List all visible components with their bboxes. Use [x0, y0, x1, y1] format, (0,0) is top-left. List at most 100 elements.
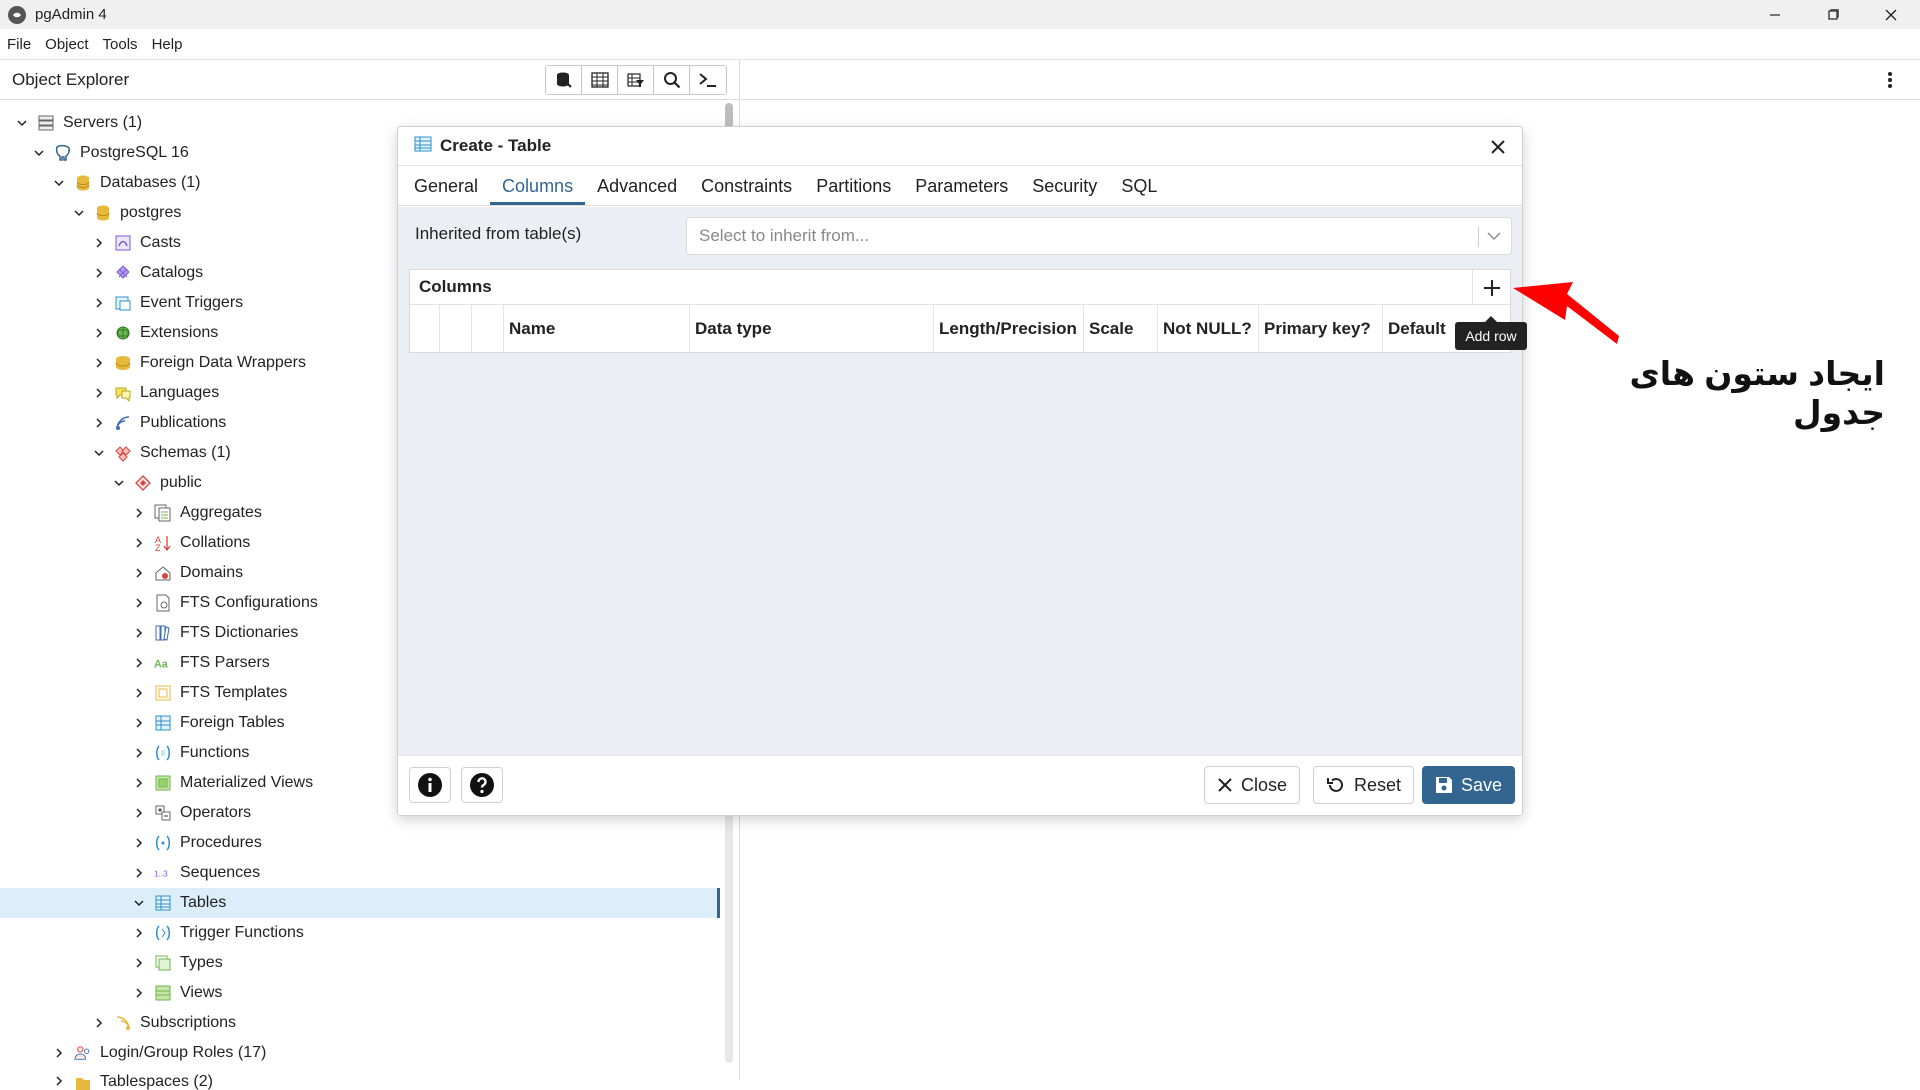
chevron-right-icon[interactable] [92, 356, 106, 370]
menu-file[interactable]: File [7, 36, 31, 53]
chevron-down-icon[interactable] [72, 206, 86, 220]
chevron-right-icon[interactable] [92, 236, 106, 250]
tab-parameters[interactable]: Parameters [903, 176, 1020, 205]
chevron-right-icon[interactable] [132, 926, 146, 940]
more-options-icon[interactable] [1880, 70, 1900, 90]
chevron-right-icon[interactable] [92, 416, 106, 430]
chevron-right-icon[interactable] [132, 776, 146, 790]
grid-header-data-type[interactable]: Data type [690, 305, 934, 352]
chevron-right-icon[interactable] [132, 956, 146, 970]
chevron-down-icon[interactable] [92, 446, 106, 460]
chevron-down-icon[interactable] [32, 146, 46, 160]
database-icon [94, 204, 112, 222]
chevron-right-icon[interactable] [92, 1016, 106, 1030]
menu-object[interactable]: Object [45, 36, 88, 53]
tree-item-views[interactable]: Views [0, 978, 720, 1008]
chevron-right-icon[interactable] [132, 836, 146, 850]
chevron-right-icon[interactable] [92, 326, 106, 340]
tree-item-trigger-functions[interactable]: Trigger Functions [0, 918, 720, 948]
languages-icon [114, 384, 132, 402]
annotation-text: ایجاد ستون های جدول [1629, 355, 1885, 431]
table-view-icon[interactable] [582, 66, 618, 94]
tree-item-tablespaces[interactable]: Tablespaces (2) [0, 1068, 720, 1090]
chevron-down-icon[interactable] [1485, 227, 1503, 245]
tab-sql[interactable]: SQL [1109, 176, 1169, 205]
chevron-right-icon[interactable] [132, 866, 146, 880]
chevron-down-icon[interactable] [112, 476, 126, 490]
tree-item-login-roles[interactable]: Login/Group Roles (17) [0, 1038, 720, 1068]
chevron-right-icon[interactable] [132, 566, 146, 580]
grid-header-scale[interactable]: Scale [1084, 305, 1158, 352]
tree-item-label: Aggregates [180, 504, 262, 521]
search-icon[interactable] [654, 66, 690, 94]
chevron-down-icon[interactable] [15, 116, 29, 130]
chevron-right-icon[interactable] [92, 386, 106, 400]
chevron-right-icon[interactable] [132, 506, 146, 520]
close-icon[interactable] [1486, 135, 1510, 159]
save-button[interactable]: Save [1422, 766, 1516, 804]
login-roles-icon [74, 1044, 92, 1062]
tab-constraints[interactable]: Constraints [689, 176, 804, 205]
chevron-down-icon[interactable] [52, 176, 66, 190]
grid-header-not-null[interactable]: Not NULL? [1158, 305, 1259, 352]
chevron-right-icon[interactable] [132, 746, 146, 760]
tab-security[interactable]: Security [1020, 176, 1109, 205]
trigger-functions-icon [154, 924, 172, 942]
close-button[interactable]: Close [1204, 766, 1301, 804]
chevron-right-icon[interactable] [92, 266, 106, 280]
tree-item-sequences[interactable]: 1..3 Sequences [0, 858, 720, 888]
chevron-right-icon[interactable] [132, 626, 146, 640]
chevron-right-icon[interactable] [52, 1074, 66, 1088]
chevron-right-icon[interactable] [132, 806, 146, 820]
tab-columns[interactable]: Columns [490, 176, 586, 205]
chevron-right-icon[interactable] [92, 296, 106, 310]
tree-item-procedures[interactable]: Procedures [0, 828, 720, 858]
fts-configurations-icon [154, 594, 172, 612]
menu-tools[interactable]: Tools [103, 36, 138, 53]
chevron-right-icon[interactable] [132, 536, 146, 550]
schema-icon [134, 474, 152, 492]
tab-general[interactable]: General [402, 176, 490, 205]
publications-icon [114, 414, 132, 432]
help-button[interactable] [461, 767, 503, 803]
inherit-select[interactable]: Select to inherit from... [686, 217, 1512, 255]
chevron-right-icon[interactable] [132, 596, 146, 610]
menu-help[interactable]: Help [152, 36, 183, 53]
info-button[interactable] [409, 767, 451, 803]
tab-advanced[interactable]: Advanced [585, 176, 689, 205]
grid-header-name[interactable]: Name [504, 305, 690, 352]
chevron-right-icon[interactable] [132, 716, 146, 730]
tree-item-label: Sequences [180, 864, 261, 881]
grid-header-length-precision[interactable]: Length/Precision [934, 305, 1084, 352]
chevron-down-icon[interactable] [132, 896, 146, 910]
tree-item-label: Databases (1) [100, 174, 201, 191]
chevron-right-icon[interactable] [52, 1046, 66, 1060]
tree-item-label: Operators [180, 804, 252, 821]
tablespaces-icon [74, 1074, 92, 1090]
chevron-right-icon[interactable] [132, 986, 146, 1000]
chevron-right-icon[interactable] [132, 656, 146, 670]
grid-header-primary-key[interactable]: Primary key? [1259, 305, 1383, 352]
reset-button[interactable]: Reset [1313, 766, 1415, 804]
tree-item-label: Subscriptions [140, 1014, 237, 1031]
fts-templates-icon [154, 684, 172, 702]
maximize-button[interactable] [1804, 0, 1862, 29]
filter-table-icon[interactable] [618, 66, 654, 94]
tree-item-types[interactable]: Types [0, 948, 720, 978]
minimize-button[interactable] [1746, 0, 1804, 29]
plus-icon [1483, 279, 1500, 296]
help-icon [470, 773, 494, 797]
tree-item-label: FTS Dictionaries [180, 624, 299, 641]
tab-partitions[interactable]: Partitions [804, 176, 903, 205]
schemas-icon [114, 444, 132, 462]
tree-item-subscriptions[interactable]: Subscriptions [0, 1008, 720, 1038]
terminal-icon[interactable] [690, 66, 726, 94]
database-query-icon[interactable] [546, 66, 582, 94]
dialog-title: Create - Table [440, 136, 552, 155]
chevron-right-icon[interactable] [132, 686, 146, 700]
catalogs-icon [114, 264, 132, 282]
tree-item-label: Procedures [180, 834, 262, 851]
tree-item-tables[interactable]: Tables [0, 888, 720, 918]
close-window-button[interactable] [1862, 0, 1920, 29]
tree-item-label: FTS Configurations [180, 594, 318, 611]
